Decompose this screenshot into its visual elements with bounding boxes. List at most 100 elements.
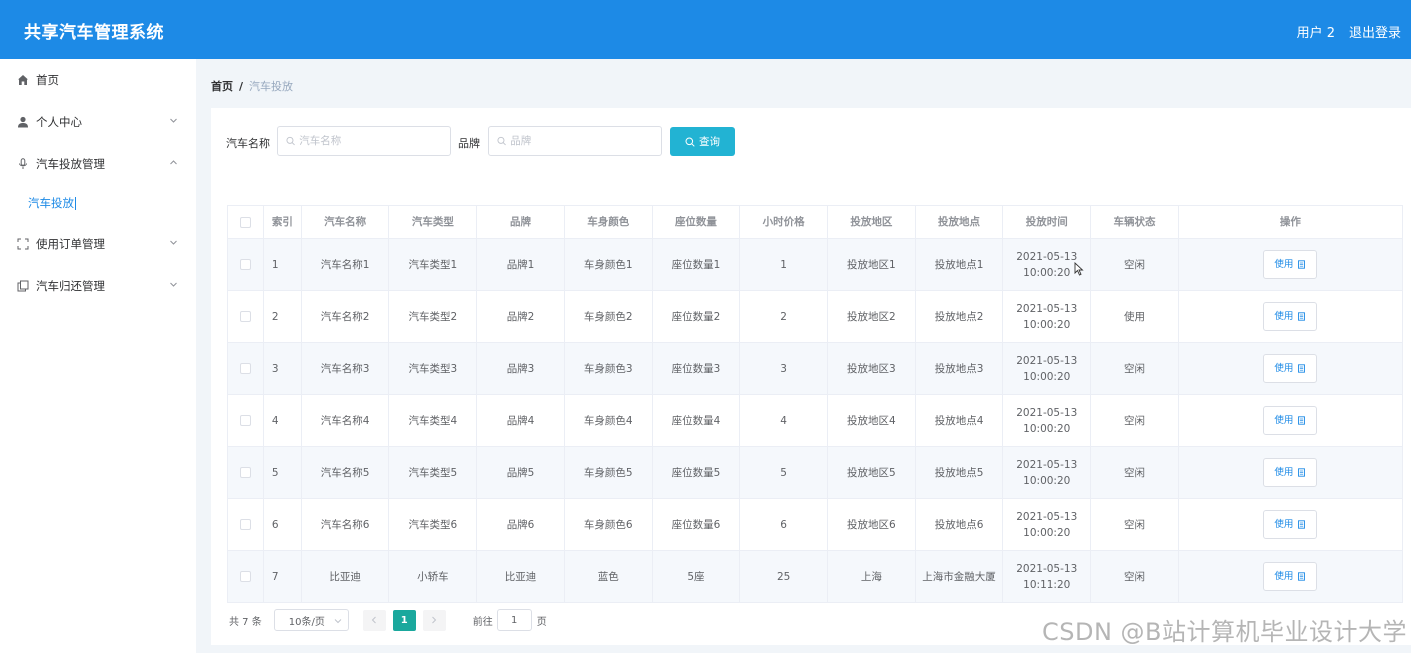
table-cell: 使用 [1091,291,1179,343]
page-size-select[interactable]: 10条/页 [273,609,349,631]
prev-page-button[interactable] [362,609,386,631]
use-button[interactable]: 使用 [1263,250,1318,279]
table-cell: 4 [740,395,828,447]
row-checkbox[interactable] [239,571,251,582]
table-cell: 2021-05-13 10:00:20 [1003,447,1092,499]
row-checkbox[interactable] [239,519,251,530]
actions-cell: 使用 [1178,343,1404,395]
goto-page-input[interactable] [496,609,532,631]
use-button[interactable]: 使用 [1263,510,1318,539]
use-button[interactable]: 使用 [1263,302,1318,331]
header-cell: 操作 [1178,206,1404,239]
sidebar-subitem-car-deploy[interactable]: 汽车投放 [0,185,196,221]
use-button-label: 使用 [1274,258,1294,270]
table-cell: 比亚迪 [301,551,390,603]
table-cell: 比亚迪 [477,551,565,603]
row-checkbox-cell [228,499,264,551]
microphone-icon [16,157,30,171]
row-checkbox[interactable] [239,415,251,426]
table-cell: 汽车名称6 [301,499,390,551]
table-cell: 2 [263,291,302,343]
table-cell: 品牌3 [477,343,565,395]
logout-link[interactable]: 退出登录 [1349,22,1401,41]
document-icon [1298,312,1306,321]
breadcrumb-separator: / [239,79,244,93]
header-cell: 座位数量 [652,206,741,239]
goto-label: 前往 [472,616,493,628]
sidebar-item-label: 汽车投放管理 [36,157,105,171]
query-button[interactable]: 查询 [670,127,735,156]
table-cell: 座位数量3 [652,343,741,395]
table-cell: 6 [263,499,302,551]
header-cell: 车身颜色 [564,206,653,239]
next-page-button[interactable] [422,609,446,631]
use-button[interactable]: 使用 [1263,354,1318,383]
table-row: 4 汽车名称4 汽车类型4 品牌4 车身颜色4 座位数量4 4 投放地区4 投放地点4 2021-… [228,395,1404,447]
row-checkbox[interactable] [239,259,251,270]
chevron-up-icon [170,160,177,165]
table-cell: 投放地点5 [915,447,1004,499]
table-cell: 1 [740,239,828,291]
use-button-label: 使用 [1274,362,1294,374]
search-icon [497,136,506,146]
actions-cell: 使用 [1178,291,1404,343]
car-name-search-field[interactable] [277,126,451,156]
table-cell: 2021-05-13 10:00:20 [1003,291,1092,343]
row-checkbox[interactable] [239,311,251,322]
table-cell: 品牌2 [477,291,565,343]
table-cell: 2021-05-13 10:00:20 [1003,499,1092,551]
app-title: 共享汽车管理系统 [24,23,164,43]
table-cell: 投放地区3 [828,343,916,395]
table-cell: 品牌4 [477,395,565,447]
use-button-label: 使用 [1274,310,1294,322]
table-row: 1 汽车名称1 汽车类型1 品牌1 车身颜色1 座位数量1 1 投放地区1 投放地点1 2021-… [228,239,1404,291]
table-cell: 汽车名称2 [301,291,390,343]
actions-cell: 使用 [1178,395,1404,447]
document-icon [1298,468,1306,477]
actions-cell: 使用 [1178,239,1404,291]
table-cell: 座位数量6 [652,499,741,551]
table-cell: 25 [740,551,828,603]
sidebar-item-car-deploy-management[interactable]: 汽车投放管理 [0,143,196,185]
table-cell: 3 [263,343,302,395]
page-number-current[interactable]: 1 [392,609,416,631]
fullscreen-icon [16,237,30,251]
table-cell: 汽车类型2 [389,291,478,343]
table-cell: 座位数量5 [652,447,741,499]
table-cell: 座位数量4 [652,395,741,447]
brand-input[interactable] [510,135,661,147]
goto-suffix: 页 [536,616,547,628]
sidebar-item-return-management[interactable]: 汽车归还管理 [0,265,196,307]
car-name-input[interactable] [299,135,450,147]
table-cell: 车身颜色1 [564,239,653,291]
car-deploy-table: 索引 汽车名称 汽车类型 品牌 车身颜色 座位数量 小时价格 投放地区 投放地点… [227,205,1404,603]
table-cell: 7 [263,551,302,603]
select-all-checkbox[interactable] [239,216,251,228]
table-cell: 投放地点2 [915,291,1004,343]
table-cell: 汽车名称1 [301,239,390,291]
use-button[interactable]: 使用 [1263,562,1318,591]
row-checkbox[interactable] [239,467,251,478]
use-button[interactable]: 使用 [1263,406,1318,435]
sidebar-item-home[interactable]: 首页 [0,59,196,101]
breadcrumb-home[interactable]: 首页 [211,78,233,94]
use-button[interactable]: 使用 [1263,458,1318,487]
table-cell: 2021-05-13 10:00:20 [1003,343,1092,395]
sidebar-item-profile[interactable]: 个人中心 [0,101,196,143]
breadcrumb-current: 汽车投放 [249,80,294,93]
chevron-down-icon [170,240,177,245]
row-checkbox[interactable] [239,363,251,374]
sidebar-item-label: 汽车归还管理 [36,279,105,293]
table-cell: 品牌1 [477,239,565,291]
chevron-right-icon [432,616,437,624]
brand-label: 品牌 [458,137,480,150]
table-cell: 投放地区5 [828,447,916,499]
table-cell: 座位数量1 [652,239,741,291]
brand-search-field[interactable] [488,126,662,156]
table-cell: 空闲 [1091,447,1179,499]
sidebar-subitem-label: 汽车投放 [28,196,74,210]
header-checkbox-cell [228,206,264,239]
table-row: 5 汽车名称5 汽车类型5 品牌5 车身颜色5 座位数量5 5 投放地区5 投放地点5 2021-… [228,447,1404,499]
sidebar-item-order-management[interactable]: 使用订单管理 [0,223,196,265]
table-cell: 蓝色 [564,551,653,603]
